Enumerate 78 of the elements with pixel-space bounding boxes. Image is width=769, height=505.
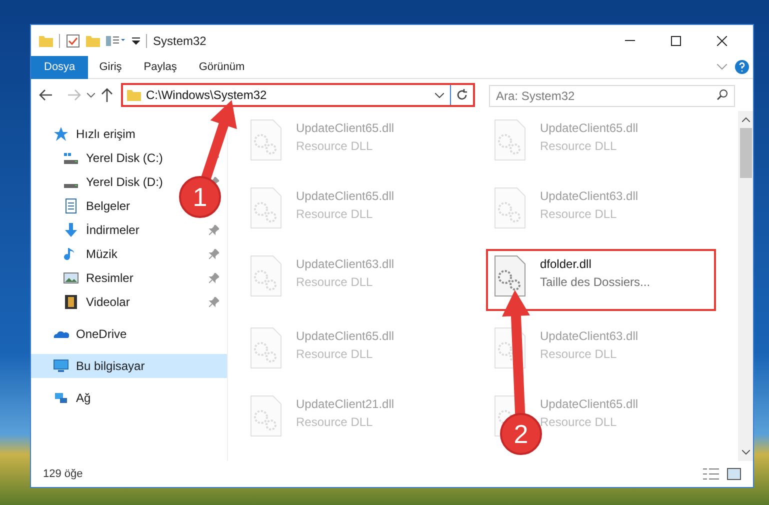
file-name: UpdateClient63.dll bbox=[296, 256, 394, 273]
chevron-down-icon bbox=[742, 450, 750, 455]
nav-item[interactable]: Müzik bbox=[86, 245, 118, 263]
file-name: UpdateClient21.dll bbox=[296, 396, 394, 413]
file-name: UpdateClient65.dll bbox=[296, 188, 394, 205]
file-type: Resource DLL bbox=[540, 414, 618, 431]
nav-item[interactable]: Belgeler bbox=[86, 197, 130, 215]
chevron-down-icon bbox=[717, 64, 727, 70]
address-path: C:\Windows\System32 bbox=[146, 87, 267, 104]
chevron-up-icon bbox=[742, 117, 750, 122]
maximize-icon bbox=[671, 36, 681, 46]
nav-item[interactable]: Resimler bbox=[86, 269, 134, 287]
selection-highlight[interactable]: Bu bilgisayar bbox=[31, 354, 227, 378]
drive-icon bbox=[64, 152, 78, 164]
back-arrow-icon bbox=[39, 89, 53, 101]
nav-item[interactable]: Ağ bbox=[76, 389, 91, 407]
dropdown-icon bbox=[132, 36, 140, 44]
nav-item[interactable]: İndirmeler bbox=[86, 221, 140, 239]
pin-icon bbox=[209, 225, 219, 235]
search-icon bbox=[717, 89, 728, 100]
chevron-down-icon bbox=[435, 92, 444, 98]
scrollbar[interactable] bbox=[738, 111, 753, 461]
file-name: UpdateClient63.dll bbox=[540, 188, 638, 205]
nav-item[interactable]: Bu bilgisayar bbox=[76, 357, 145, 375]
ribbon-tab[interactable]: Görünüm bbox=[188, 56, 256, 78]
address-field[interactable]: C:\Windows\System32 bbox=[121, 83, 475, 107]
refresh-icon bbox=[456, 89, 468, 101]
scrollbar-thumb[interactable] bbox=[740, 128, 752, 178]
file-name: dfolder.dll bbox=[540, 256, 592, 273]
details-view-icon bbox=[703, 468, 719, 480]
computer-icon bbox=[53, 358, 69, 374]
file-type: Resource DLL bbox=[540, 206, 618, 223]
ribbon-tab[interactable]: Paylaş bbox=[132, 56, 188, 78]
minimize-icon bbox=[625, 40, 635, 41]
up-arrow-icon bbox=[101, 88, 113, 102]
nav-item[interactable]: Yerel Disk (D:) bbox=[86, 173, 163, 191]
help-icon bbox=[735, 60, 749, 74]
chevron-down-icon bbox=[87, 92, 95, 98]
document-icon bbox=[63, 198, 79, 214]
nav-item[interactable]: OneDrive bbox=[76, 325, 127, 343]
search-field[interactable]: Ara: System32 bbox=[489, 85, 735, 107]
film-icon bbox=[63, 294, 79, 310]
folder-icon bbox=[39, 34, 53, 46]
thumbnail-view-icon bbox=[727, 468, 741, 480]
forward-arrow-icon bbox=[67, 89, 81, 101]
ribbon-tab[interactable]: Giriş bbox=[88, 56, 133, 78]
file-name: UpdateClient65.dll bbox=[296, 328, 394, 345]
file-type: Resource DLL bbox=[540, 138, 618, 155]
checklist-icon bbox=[66, 34, 80, 48]
folder-icon bbox=[127, 89, 141, 101]
nav-item[interactable]: Videolar bbox=[86, 293, 130, 311]
star-icon bbox=[53, 126, 69, 142]
picture-icon bbox=[63, 270, 79, 286]
drive-icon bbox=[64, 184, 78, 188]
network-icon bbox=[53, 390, 69, 406]
file-name: UpdateClient65.dll bbox=[540, 396, 638, 413]
pin-icon bbox=[209, 297, 219, 307]
file-name: UpdateClient65.dll bbox=[540, 120, 638, 137]
ribbon-tab[interactable]: Dosya bbox=[31, 56, 88, 78]
file-type: Resource DLL bbox=[296, 138, 374, 155]
file-type: Resource DLL bbox=[296, 274, 374, 291]
properties-icon bbox=[106, 34, 126, 46]
down-arrow-icon bbox=[63, 222, 79, 238]
close-icon bbox=[717, 36, 727, 46]
file-type: Resource DLL bbox=[296, 346, 374, 363]
item-count: 129 öğe bbox=[43, 466, 83, 482]
nav-item[interactable]: Hızlı erişim bbox=[76, 125, 136, 143]
folder-icon bbox=[86, 34, 100, 46]
window-title: System32 bbox=[153, 32, 206, 50]
file-type: Resource DLL bbox=[540, 346, 618, 363]
pin-icon bbox=[209, 249, 219, 259]
pin-icon bbox=[209, 273, 219, 283]
file-name: UpdateClient65.dll bbox=[296, 120, 394, 137]
file-name: UpdateClient63.dll bbox=[540, 328, 638, 345]
file-type: Resource DLL bbox=[296, 206, 374, 223]
nav-item[interactable]: Yerel Disk (C:) bbox=[86, 149, 163, 167]
file-type: Taille des Dossiers... bbox=[540, 274, 650, 291]
file-type: Resource DLL bbox=[296, 414, 374, 431]
